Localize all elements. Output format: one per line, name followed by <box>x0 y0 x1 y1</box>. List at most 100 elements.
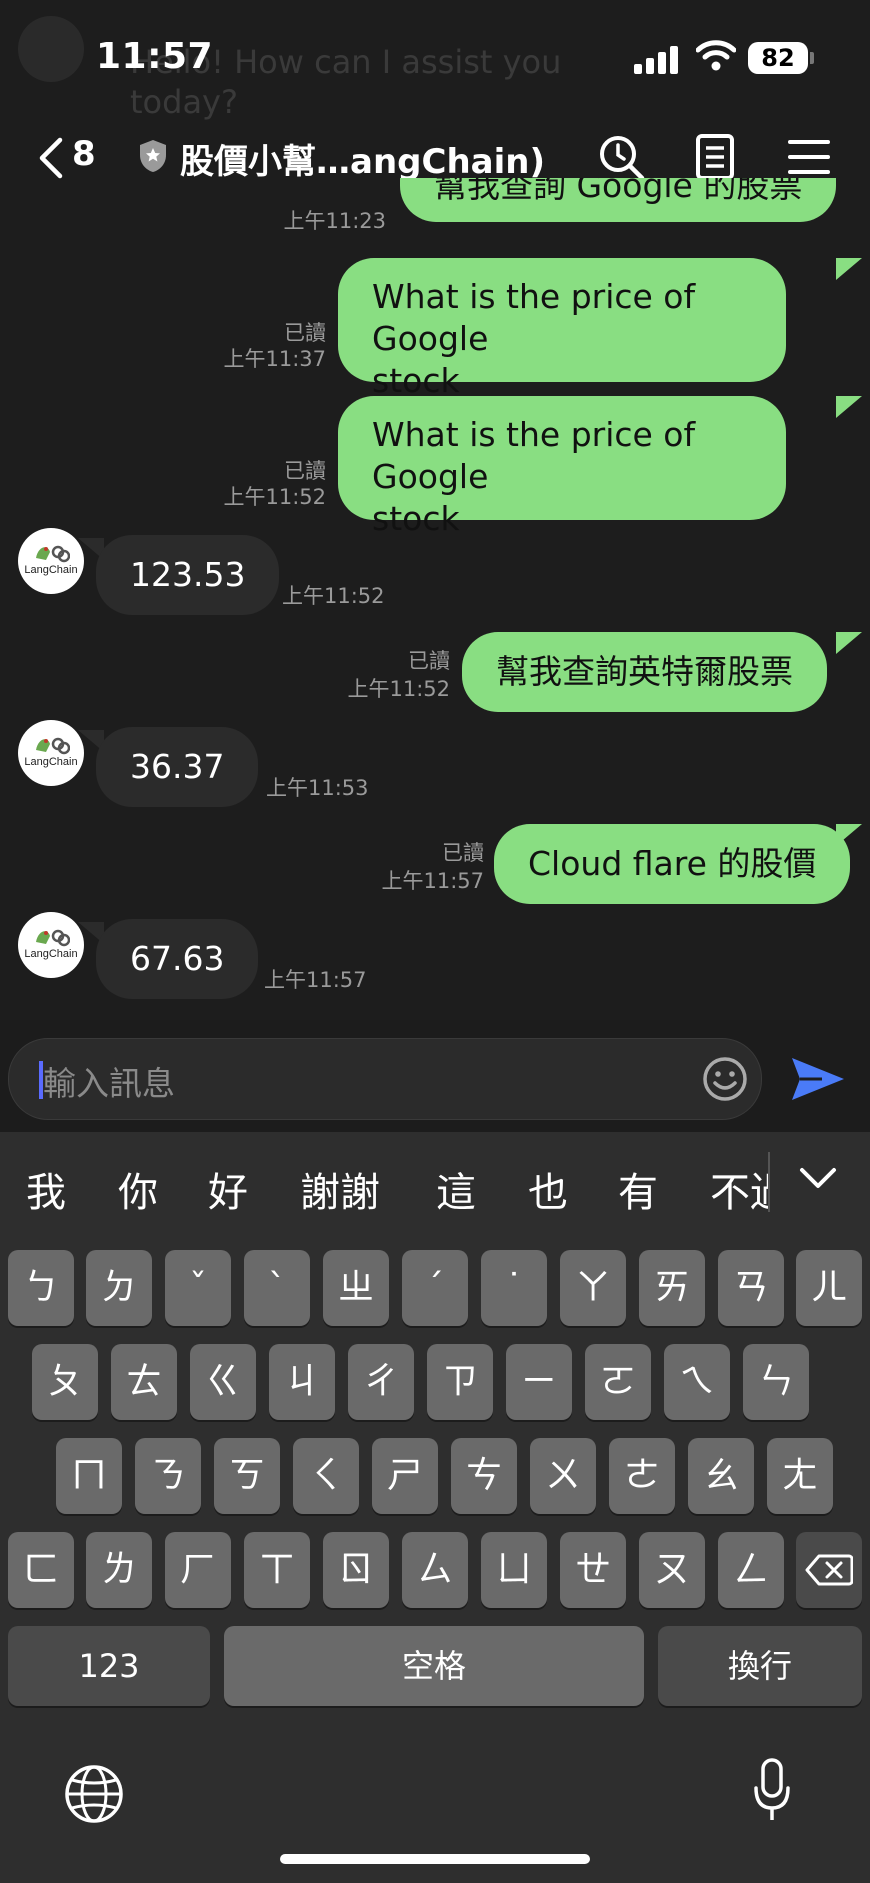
key[interactable]: ㄠ <box>688 1438 754 1514</box>
message-text: Cloud flare 的股價 <box>528 844 817 883</box>
key[interactable]: ㄛ <box>585 1344 651 1420</box>
avatar-label: LangChain <box>24 948 78 960</box>
bubble-tail <box>836 824 862 846</box>
key[interactable]: ㄞ <box>639 1250 705 1326</box>
bubble-tail <box>836 396 862 418</box>
key[interactable]: ㄧ <box>506 1344 572 1420</box>
delete-key[interactable] <box>796 1532 862 1608</box>
emoji-icon[interactable] <box>701 1055 749 1103</box>
bot-avatar[interactable]: LangChain <box>18 720 84 786</box>
bot-avatar[interactable]: LangChain <box>18 528 84 594</box>
avatar-label: LangChain <box>24 564 78 576</box>
wifi-icon <box>696 40 736 71</box>
globe-icon[interactable] <box>64 1764 124 1824</box>
key[interactable]: ㄈ <box>8 1532 74 1608</box>
key[interactable]: ㄐ <box>269 1344 335 1420</box>
message-bubble[interactable]: 67.63 <box>96 919 259 999</box>
key[interactable]: ㄤ <box>767 1438 833 1514</box>
message-bubble[interactable]: 36.37 <box>96 727 259 807</box>
parrot-icon <box>36 737 70 755</box>
key[interactable]: ㄥ <box>718 1532 784 1608</box>
key[interactable]: ㄖ <box>323 1532 389 1608</box>
key[interactable]: ㄏ <box>165 1532 231 1608</box>
key[interactable]: ㄎ <box>214 1438 280 1514</box>
notes-icon[interactable] <box>688 130 742 184</box>
candidate-divider <box>768 1152 770 1212</box>
key[interactable]: ㄊ <box>111 1344 177 1420</box>
battery-indicator: 82 <box>748 42 808 74</box>
chevron-down-icon[interactable] <box>798 1166 838 1192</box>
message-text-line: stock <box>372 499 460 538</box>
search-icon[interactable] <box>594 130 648 184</box>
candidate-word[interactable]: 謝謝 <box>300 1160 380 1218</box>
candidate-word[interactable]: 你 <box>118 1160 158 1218</box>
message-bubble[interactable]: 幫我查詢英特爾股票 <box>462 632 827 712</box>
key[interactable]: ㄍ <box>190 1344 256 1420</box>
chat-title[interactable]: 股價小幫…angChain) <box>180 134 545 183</box>
key[interactable]: ㄋ <box>135 1438 201 1514</box>
avatar-label: LangChain <box>24 756 78 768</box>
key[interactable]: ㄚ <box>560 1250 626 1326</box>
message-composer: 輸入訊息 <box>0 1020 870 1132</box>
read-receipt: 已讀 <box>284 321 326 345</box>
send-icon[interactable] <box>790 1054 846 1104</box>
key[interactable]: ˋ <box>244 1250 310 1326</box>
message-text: 67.63 <box>130 939 225 978</box>
message-time: 上午11:52 <box>347 677 450 701</box>
key[interactable]: ㄆ <box>32 1344 98 1420</box>
key[interactable]: ㄅ <box>8 1250 74 1326</box>
key[interactable]: ㄨ <box>530 1438 596 1514</box>
key[interactable]: ㄕ <box>372 1438 438 1514</box>
bubble-tail <box>836 258 862 280</box>
key[interactable]: ㄌ <box>86 1532 152 1608</box>
message-text-line: What is the price of Google <box>372 277 696 358</box>
key[interactable]: ㄣ <box>743 1344 809 1420</box>
home-indicator <box>280 1854 590 1864</box>
key[interactable]: ㄢ <box>718 1250 784 1326</box>
key[interactable]: ㄩ <box>481 1532 547 1608</box>
message-text-line: What is the price of Google <box>372 415 696 496</box>
candidate-word[interactable]: 不過 <box>710 1160 768 1218</box>
candidate-word[interactable]: 也 <box>528 1160 568 1218</box>
message-bubble[interactable]: 123.53 <box>96 535 280 615</box>
candidate-word[interactable]: 好 <box>208 1160 248 1218</box>
key[interactable]: ㄜ <box>609 1438 675 1514</box>
key[interactable]: ˇ <box>165 1250 231 1326</box>
message-bubble[interactable]: Cloud flare 的股價 <box>494 824 851 904</box>
key[interactable]: ㄘ <box>451 1438 517 1514</box>
key[interactable]: ㄟ <box>664 1344 730 1420</box>
key[interactable]: ㄇ <box>56 1438 122 1514</box>
return-key[interactable]: 換行 <box>658 1626 862 1706</box>
microphone-icon[interactable] <box>752 1758 792 1824</box>
key[interactable]: ㄒ <box>244 1532 310 1608</box>
bot-avatar[interactable]: LangChain <box>18 912 84 978</box>
message-bubble[interactable]: What is the price of Google stock <box>338 396 786 538</box>
candidate-word[interactable]: 這 <box>436 1160 476 1218</box>
key[interactable]: ㄝ <box>560 1532 626 1608</box>
key[interactable]: ㄉ <box>86 1250 152 1326</box>
unread-count[interactable]: 8 <box>72 134 96 174</box>
status-time: 11:57 <box>96 36 214 77</box>
menu-icon[interactable] <box>782 130 836 184</box>
key[interactable]: ˙ <box>481 1250 547 1326</box>
message-bubble[interactable]: 幫我查詢 Google 的股票 <box>400 178 837 222</box>
candidate-word[interactable]: 有 <box>618 1160 658 1218</box>
message-text: 36.37 <box>130 747 225 786</box>
message-input[interactable]: 輸入訊息 <box>8 1038 762 1120</box>
message-bubble[interactable]: What is the price of Google stock <box>338 258 786 400</box>
numbers-key[interactable]: 123 <box>8 1626 210 1706</box>
zhuyin-keyboard: 我 你 好 謝謝 這 也 有 不過 ㄅ ㄉ ˇ ˋ ㄓ ˊ ˙ ㄚ ㄞ ㄢ ㄦ … <box>0 1132 870 1883</box>
key[interactable]: ㄡ <box>639 1532 705 1608</box>
key[interactable]: ㄦ <box>796 1250 862 1326</box>
message-time: 上午11:57 <box>381 869 484 893</box>
key[interactable]: ㄗ <box>427 1344 493 1420</box>
message-time: 上午11:52 <box>223 485 326 509</box>
read-receipt: 已讀 <box>442 841 484 865</box>
key[interactable]: ˊ <box>402 1250 468 1326</box>
candidate-word[interactable]: 我 <box>26 1160 66 1218</box>
key[interactable]: ㄓ <box>323 1250 389 1326</box>
key[interactable]: ㄑ <box>293 1438 359 1514</box>
space-key[interactable]: 空格 <box>224 1626 644 1706</box>
key[interactable]: ㄙ <box>402 1532 468 1608</box>
key[interactable]: ㄔ <box>348 1344 414 1420</box>
